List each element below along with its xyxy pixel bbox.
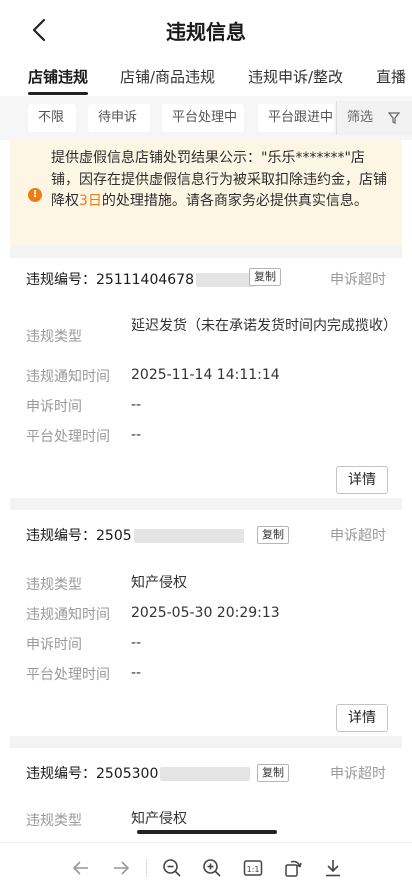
copy-button[interactable]: 复制 (257, 764, 289, 782)
filter-funnel-icon (388, 112, 400, 124)
zoom-in-icon[interactable] (201, 857, 223, 879)
status-badge: 申诉超时 (330, 272, 386, 288)
filter-chip-pending-appeal[interactable]: 待申诉 (88, 104, 150, 132)
details-button[interactable]: 详情 (336, 466, 388, 494)
details-button[interactable]: 详情 (336, 704, 388, 732)
viewer-toolbar: 1:1 (0, 842, 412, 890)
copy-button[interactable]: 复制 (249, 268, 281, 286)
actual-size-icon[interactable]: 1:1 (242, 857, 264, 879)
filter-chip-platform-processing[interactable]: 平台处理中 (162, 104, 244, 132)
svg-text:1:1: 1:1 (247, 865, 260, 874)
appeal-time-value: -- (131, 635, 142, 651)
tab-bar: 店铺违规 店铺/商品违规 违规申诉/整改 直播 (0, 60, 412, 96)
type-label: 违规类型 (26, 813, 82, 829)
type-value: 知产侵权 (131, 811, 187, 827)
penalty-notice-banner: ! 提供虚假信息店铺处罚结果公示："乐乐*******"店铺，因存在提供虚假信息… (10, 140, 402, 246)
violation-card: 违规编号：25111404678 复制 申诉超时 违规类型 延迟发货（未在承诺发… (10, 258, 402, 498)
filter-chip-platform-following[interactable]: 平台跟进中 (258, 104, 334, 132)
divider (10, 246, 402, 258)
violation-card: 违规编号：2505300 复制 申诉超时 违规类型 知产侵权 (10, 748, 402, 842)
violation-id: 违规编号：25111404678 (26, 269, 256, 289)
tab-live[interactable]: 直播 (376, 66, 406, 87)
status-badge: 申诉超时 (330, 528, 386, 544)
download-icon[interactable] (322, 857, 344, 879)
type-label: 违规类型 (26, 577, 82, 593)
platform-time-label: 平台处理时间 (26, 667, 110, 683)
type-value: 知产侵权 (131, 575, 187, 591)
violation-id: 违规编号：2505 (26, 525, 244, 545)
filter-label: 筛选 (347, 110, 374, 125)
active-tab-indicator (28, 92, 88, 95)
redacted-id (195, 273, 256, 287)
rotate-icon[interactable] (282, 857, 304, 879)
zoom-out-icon[interactable] (161, 857, 183, 879)
filter-chip-all[interactable]: 不限 (28, 104, 76, 132)
violation-card: 违规编号：2505 复制 申诉超时 违规类型 知产侵权 违规通知时间 2025-… (10, 510, 402, 736)
filter-button[interactable]: 筛选 (336, 101, 412, 135)
tab-store-violation[interactable]: 店铺违规 (28, 66, 88, 87)
home-indicator (137, 830, 277, 834)
notice-time-label: 违规通知时间 (26, 607, 110, 623)
copy-button[interactable]: 复制 (257, 526, 289, 544)
arrow-left-icon[interactable] (70, 857, 92, 879)
filter-bar: 不限 待申诉 平台处理中 平台跟进中 筛选 (0, 96, 412, 140)
divider (10, 736, 402, 748)
tab-store-product-violation[interactable]: 店铺/商品违规 (120, 66, 215, 87)
notice-time-label: 违规通知时间 (26, 369, 110, 385)
platform-time-label: 平台处理时间 (26, 429, 110, 445)
toolbar-divider (146, 859, 147, 877)
page-title: 违规信息 (166, 20, 246, 44)
tab-appeal-rectify[interactable]: 违规申诉/整改 (248, 66, 343, 87)
redacted-id (160, 767, 251, 781)
notice-text: 提供虚假信息店铺处罚结果公示："乐乐*******"店铺，因存在提供虚假信息行为… (51, 150, 387, 209)
type-value: 延迟发货（未在承诺发货时间内完成揽收） (131, 318, 397, 334)
platform-time-value: -- (131, 427, 142, 443)
header: 违规信息 (0, 0, 412, 60)
notice-time-value: 2025-11-14 14:11:14 (131, 367, 280, 383)
warning-icon: ! (28, 188, 42, 202)
violation-id: 违规编号：2505300 (26, 763, 251, 783)
status-badge: 申诉超时 (330, 766, 386, 782)
appeal-time-value: -- (131, 397, 142, 413)
appeal-time-label: 申诉时间 (26, 637, 82, 653)
platform-time-value: -- (131, 665, 142, 681)
notice-highlight: 3日 (79, 193, 102, 209)
redacted-id (133, 529, 244, 543)
arrow-right-icon[interactable] (110, 857, 132, 879)
notice-time-value: 2025-05-30 20:29:13 (131, 605, 280, 621)
divider (10, 498, 402, 510)
type-label: 违规类型 (26, 329, 82, 345)
appeal-time-label: 申诉时间 (26, 399, 82, 415)
